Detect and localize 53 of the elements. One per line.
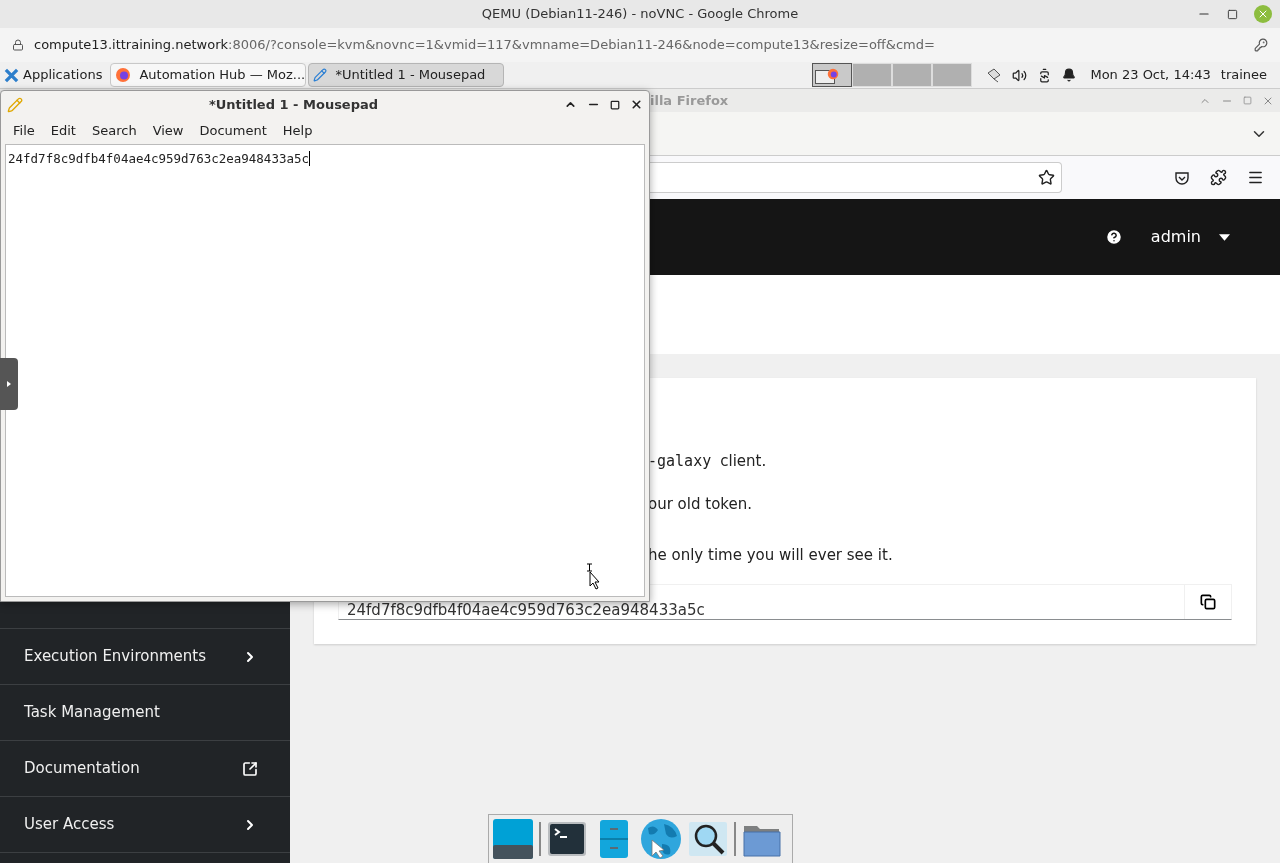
show-desktop-icon[interactable]	[492, 818, 534, 860]
clock[interactable]: Mon 23 Oct, 14:43	[1090, 65, 1211, 85]
close-icon	[1257, 8, 1269, 20]
nav-item[interactable]: Documentation	[0, 740, 290, 796]
nav-item[interactable]: Execution Environments	[0, 628, 290, 684]
user-name[interactable]: trainee	[1220, 65, 1268, 85]
lock-icon	[12, 39, 24, 51]
window-title: *Untitled 1 - Mousepad	[207, 95, 380, 114]
window-title: QEMU (Debian11-246) - noVNC - Google Chrome	[481, 5, 799, 24]
menu-item[interactable]: Edit	[42, 121, 84, 141]
mouse-pointer-icon	[586, 563, 600, 591]
url-path: :8006/?console=kvm&novnc=1&vmid=117&vmname=Debian11-246&node=compute13&resize=off&cmd=	[228, 36, 935, 55]
volume-icon[interactable]	[1012, 67, 1028, 83]
menu-icon[interactable]	[1247, 169, 1264, 186]
pocket-icon[interactable]	[1174, 169, 1190, 186]
sidebar-handle[interactable]	[0, 358, 18, 410]
nav-item[interactable]: User Access	[0, 796, 290, 852]
key-icon[interactable]	[1254, 38, 1268, 52]
globe-icon[interactable]	[640, 818, 682, 860]
triangle-icon	[7, 381, 11, 387]
external-link-icon	[242, 760, 258, 777]
taskbar-button[interactable]: Automation Hub — Moz...	[110, 63, 307, 87]
menu-item[interactable]: Document	[191, 121, 275, 141]
editor-text: 24fd7f8c9dfb4f04ae4c959d763c2ea948433a5c	[8, 151, 311, 166]
network-icon[interactable]	[986, 67, 1003, 83]
url-field[interactable]	[650, 162, 1062, 193]
notepad-icon	[7, 96, 23, 113]
copy-icon	[1200, 593, 1216, 610]
pencil-icon	[313, 68, 328, 82]
extensions-icon[interactable]	[1210, 169, 1227, 186]
window-title: illa Firefox	[650, 91, 729, 110]
workspace[interactable]	[812, 63, 853, 87]
address-bar[interactable]: compute13.ittraining.network:8006/?console=kvm&novnc=1&vmid=117&vmname=Debian11-246&node=compute13&resize=off&cmd=	[0, 28, 1280, 62]
instruction-text: -galaxy client.	[648, 451, 768, 472]
browser-icon	[827, 68, 840, 80]
bookmark-star-icon[interactable]	[1038, 169, 1055, 186]
user-menu[interactable]: admin	[1150, 225, 1230, 249]
nav-item[interactable]: Task Management	[0, 684, 290, 740]
applications-menu[interactable]: Applications	[0, 62, 107, 88]
close-icon[interactable]	[630, 98, 643, 111]
mouse-logo-icon	[4, 67, 19, 83]
browser-icon	[115, 67, 132, 83]
help-icon[interactable]	[1104, 228, 1123, 246]
menu-item[interactable]: File	[5, 121, 43, 141]
url-host: compute13.ittraining.network	[34, 36, 229, 55]
menu-item[interactable]: Help	[274, 121, 321, 141]
text-editor[interactable]: 24fd7f8c9dfb4f04ae4c959d763c2ea948433a5c	[5, 144, 645, 597]
menu-item[interactable]: View	[144, 121, 192, 141]
notification-bell-icon[interactable]	[1062, 68, 1077, 82]
menu-item[interactable]: Search	[83, 121, 145, 141]
caret-icon	[1219, 233, 1230, 241]
taskbar-button[interactable]: *Untitled 1 - Mousepad	[308, 63, 505, 87]
maximize-icon[interactable]	[610, 99, 620, 110]
